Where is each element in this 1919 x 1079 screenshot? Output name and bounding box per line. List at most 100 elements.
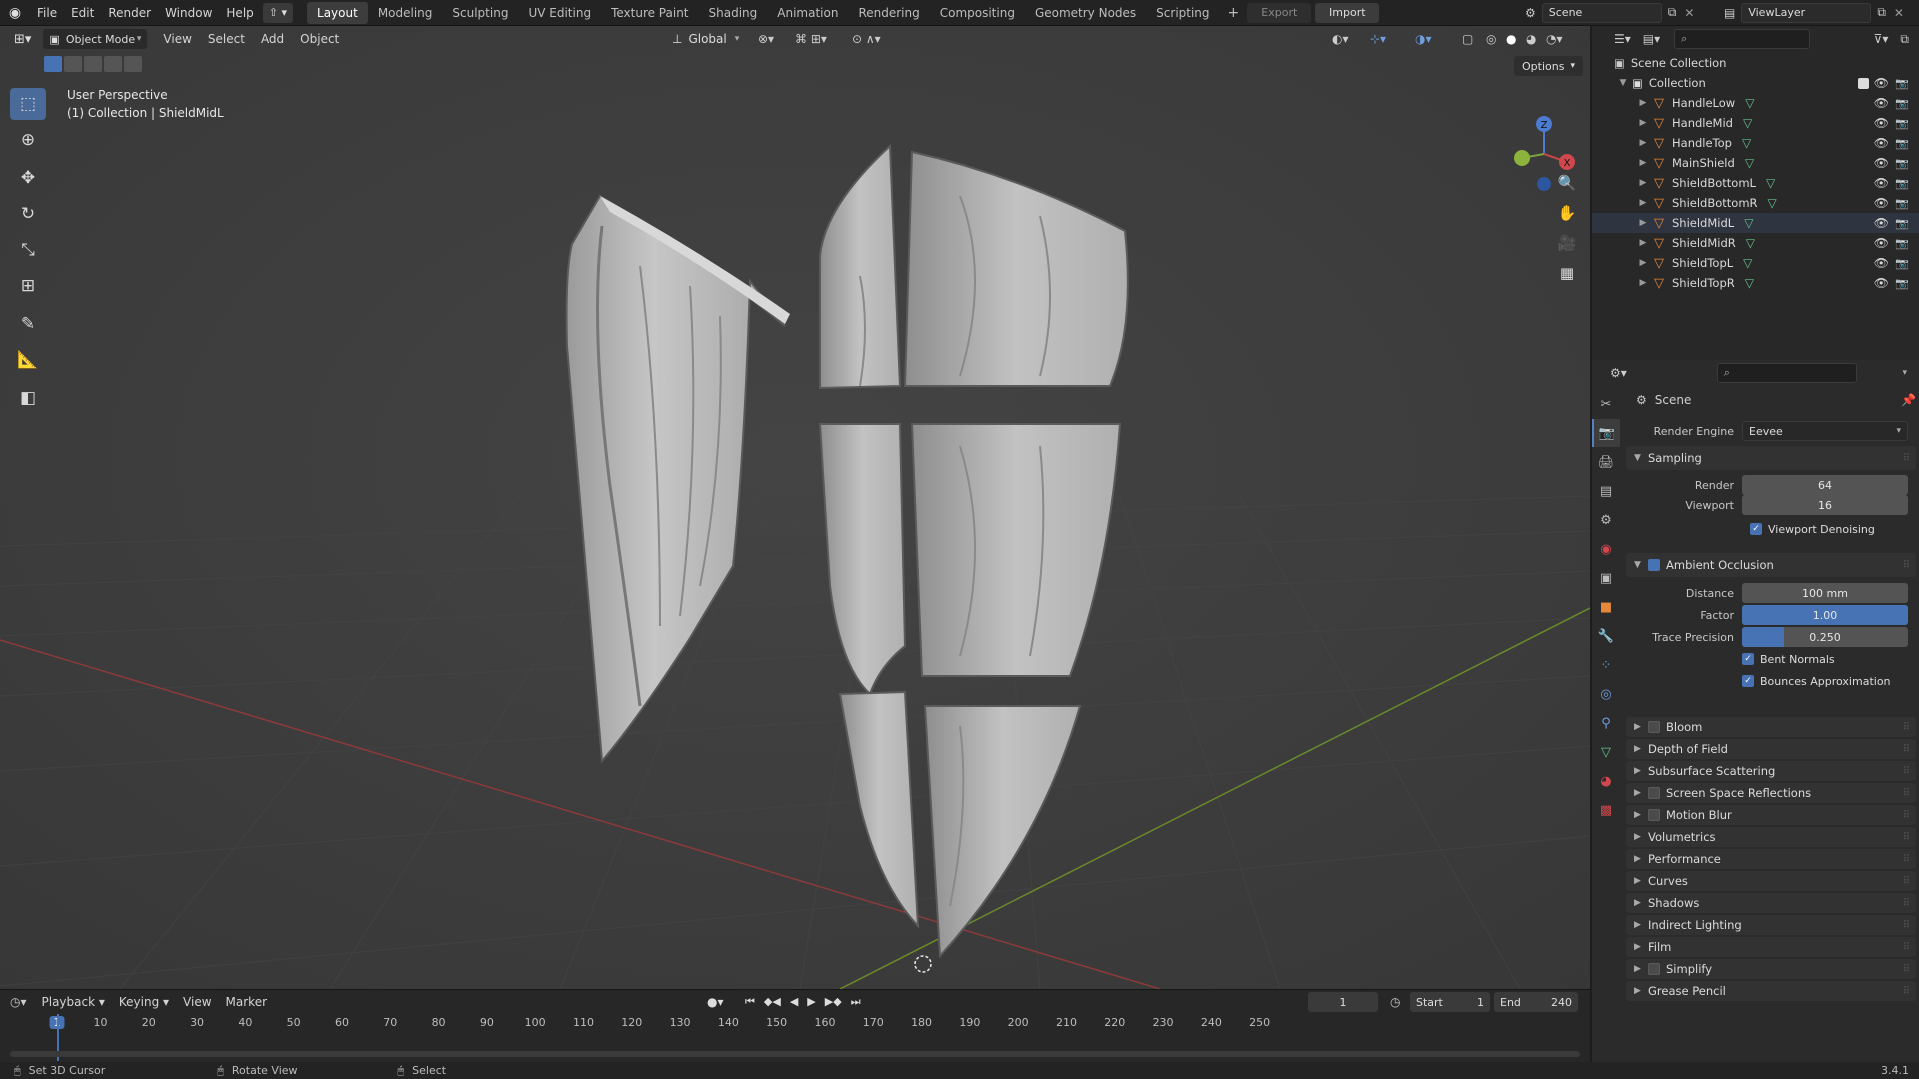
preview-range-icon[interactable]: ◷ bbox=[1390, 995, 1400, 1009]
viewlayer-selector[interactable]: ▤ ViewLayer ⧉ ✕ bbox=[1724, 2, 1904, 23]
render-camera-icon[interactable]: 📷 bbox=[1895, 257, 1909, 270]
modifier-tab-icon[interactable]: 🔧 bbox=[1592, 622, 1620, 650]
chevron-down-icon[interactable]: ▾ bbox=[1902, 368, 1907, 378]
gizmo-neg-z-axis[interactable] bbox=[1537, 177, 1551, 191]
next-keyframe-icon[interactable]: ▶◆ bbox=[825, 995, 842, 1009]
eye-icon[interactable]: 👁 bbox=[1874, 216, 1889, 230]
menu-window[interactable]: Window bbox=[158, 0, 219, 26]
ao-factor-slider[interactable]: 1.00 bbox=[1742, 605, 1908, 625]
outliner-search-input[interactable]: ⌕ bbox=[1674, 29, 1811, 49]
drag-handle-icon[interactable]: ⠿ bbox=[1903, 744, 1910, 755]
output-tab-icon[interactable]: 🖨 bbox=[1592, 448, 1620, 476]
mesh-data-icon[interactable]: ▽ bbox=[1742, 136, 1751, 150]
tool-tab-icon[interactable]: ✂ bbox=[1592, 390, 1620, 418]
new-collection-icon[interactable]: ⧉ bbox=[1900, 32, 1909, 47]
viewlayer-name-field[interactable]: ViewLayer bbox=[1741, 2, 1872, 23]
render-camera-icon[interactable]: 📷 bbox=[1895, 97, 1909, 110]
delete-viewlayer-icon[interactable]: ✕ bbox=[1894, 6, 1904, 20]
viewport-samples-field[interactable]: 16 bbox=[1742, 495, 1908, 515]
section-bloom[interactable]: ▶ Bloom ⠿ bbox=[1626, 717, 1916, 737]
render-tab-icon[interactable]: 📷 bbox=[1592, 419, 1620, 447]
mesh-data-icon[interactable]: ▽ bbox=[1743, 256, 1752, 270]
filter-icon[interactable]: ⊽▾ bbox=[1874, 32, 1889, 46]
sampling-section-header[interactable]: ▼ Sampling ⠿ bbox=[1626, 446, 1916, 470]
timeline-menu-view[interactable]: View bbox=[176, 995, 218, 1009]
drag-handle-icon[interactable]: ⠿ bbox=[1903, 898, 1910, 909]
eye-icon[interactable]: 👁 bbox=[1874, 276, 1889, 290]
editor-type-icon[interactable]: ⊞▾ bbox=[14, 32, 31, 47]
chevron-right-icon[interactable]: ▶ bbox=[1636, 178, 1650, 188]
mesh-data-icon[interactable]: ▽ bbox=[1745, 276, 1754, 290]
select-extend-icon[interactable] bbox=[64, 56, 82, 72]
eye-icon[interactable]: 👁 bbox=[1874, 236, 1889, 250]
eye-icon[interactable]: 👁 bbox=[1874, 116, 1889, 130]
viewport-menu-add[interactable]: Add bbox=[253, 32, 292, 46]
options-button[interactable]: Options ▾ bbox=[1514, 56, 1583, 76]
pivot-icon[interactable]: ⊗▾ bbox=[758, 32, 774, 46]
section-performance[interactable]: ▶ Performance ⠿ bbox=[1626, 849, 1916, 869]
shading-material-icon[interactable]: ◕ bbox=[1526, 32, 1536, 46]
drag-handle-icon[interactable]: ⠿ bbox=[1903, 986, 1910, 997]
section-checkbox[interactable] bbox=[1648, 721, 1660, 733]
pan-hand-icon[interactable]: ✋ bbox=[1554, 200, 1580, 226]
drag-handle-icon[interactable]: ⠿ bbox=[1903, 964, 1910, 975]
tab-rendering[interactable]: Rendering bbox=[848, 2, 929, 24]
eye-icon[interactable]: 👁 bbox=[1874, 156, 1889, 170]
tab-animation[interactable]: Animation bbox=[767, 2, 848, 24]
transform-orientation-dropdown[interactable]: ⊥ Global ▾ bbox=[672, 32, 739, 46]
collection-checkbox[interactable] bbox=[1858, 77, 1869, 89]
viewport-denoising-checkbox[interactable]: ✓ Viewport Denoising bbox=[1750, 523, 1875, 536]
physics-tab-icon[interactable]: ◎ bbox=[1592, 680, 1620, 708]
tab-modeling[interactable]: Modeling bbox=[368, 2, 443, 24]
jump-end-icon[interactable]: ⏭ bbox=[851, 995, 861, 1009]
timeline-menu-playback[interactable]: Playback ▾ bbox=[35, 995, 112, 1009]
timeline-menu-marker[interactable]: Marker bbox=[219, 995, 274, 1009]
outliner-item-shieldmidl[interactable]: ▶ ▽ ShieldMidL ▽ 👁 📷 bbox=[1592, 213, 1919, 233]
timeline-menu-keying[interactable]: Keying ▾ bbox=[112, 995, 176, 1009]
constraints-tab-icon[interactable]: ⚲ bbox=[1592, 709, 1620, 737]
ao-trace-slider[interactable]: 0.250 bbox=[1742, 627, 1908, 647]
section-depth-of-field[interactable]: ▶ Depth of Field ⠿ bbox=[1626, 739, 1916, 759]
ao-distance-field[interactable]: 100 mm bbox=[1742, 583, 1908, 603]
render-samples-field[interactable]: 64 bbox=[1742, 475, 1908, 495]
camera-view-icon[interactable]: 🎥 bbox=[1554, 230, 1580, 256]
render-engine-dropdown[interactable]: Eevee ▾ bbox=[1742, 421, 1908, 441]
shading-wireframe-icon[interactable]: ◎ bbox=[1486, 32, 1496, 46]
eye-icon[interactable]: 👁 bbox=[1874, 76, 1889, 90]
play-reverse-icon[interactable]: ◀ bbox=[790, 995, 798, 1009]
outliner-item-mainshield[interactable]: ▶ ▽ MainShield ▽ 👁 📷 bbox=[1592, 153, 1919, 173]
collection-row[interactable]: ▼ ▣ Collection 👁 📷 bbox=[1592, 73, 1919, 93]
section-simplify[interactable]: ▶ Simplify ⠿ bbox=[1626, 959, 1916, 979]
xray-toggle-icon[interactable]: ▢ bbox=[1462, 32, 1473, 46]
bounces-approximation-checkbox[interactable]: ✓ Bounces Approximation bbox=[1742, 675, 1891, 688]
render-camera-icon[interactable]: 📷 bbox=[1895, 77, 1909, 90]
shading-rendered-icon[interactable]: ◔▾ bbox=[1546, 32, 1563, 46]
gizmo-toggle-icon[interactable]: ⊹▾ bbox=[1370, 32, 1386, 46]
prev-keyframe-icon[interactable]: ◆◀ bbox=[764, 995, 781, 1009]
play-icon[interactable]: ▶ bbox=[807, 995, 815, 1009]
delete-scene-icon[interactable]: ✕ bbox=[1684, 6, 1694, 20]
viewport-menu-view[interactable]: View bbox=[155, 32, 199, 46]
chevron-right-icon[interactable]: ▶ bbox=[1636, 278, 1650, 288]
auto-key-icon[interactable]: ●▾ bbox=[707, 995, 724, 1009]
section-curves[interactable]: ▶ Curves ⠿ bbox=[1626, 871, 1916, 891]
export-button[interactable]: Export bbox=[1247, 2, 1312, 23]
chevron-right-icon[interactable]: ▶ bbox=[1636, 258, 1650, 268]
render-camera-icon[interactable]: 📷 bbox=[1895, 117, 1909, 130]
tab-compositing[interactable]: Compositing bbox=[930, 2, 1025, 24]
data-tab-icon[interactable]: ▽ bbox=[1592, 738, 1620, 766]
section-indirect-lighting[interactable]: ▶ Indirect Lighting ⠿ bbox=[1626, 915, 1916, 935]
chevron-right-icon[interactable]: ▶ bbox=[1636, 218, 1650, 228]
menu-file[interactable]: File bbox=[30, 0, 64, 26]
tab-shading[interactable]: Shading bbox=[699, 2, 768, 24]
ortho-grid-icon[interactable]: ▦ bbox=[1554, 260, 1580, 286]
render-camera-icon[interactable]: 📷 bbox=[1895, 237, 1909, 250]
menu-help[interactable]: Help bbox=[219, 0, 260, 26]
proportional-edit-icon[interactable]: ⊙ ∧▾ bbox=[852, 32, 881, 46]
mode-dropdown[interactable]: ▣ Object Mode ▾ bbox=[43, 29, 148, 49]
render-camera-icon[interactable]: 📷 bbox=[1895, 197, 1909, 210]
select-subtract-icon[interactable] bbox=[84, 56, 102, 72]
view-layer-tab-icon[interactable]: ▤ bbox=[1592, 477, 1620, 505]
outliner-item-shieldbottoml[interactable]: ▶ ▽ ShieldBottomL ▽ 👁 📷 bbox=[1592, 173, 1919, 193]
shading-solid-icon[interactable]: ● bbox=[1506, 32, 1516, 46]
